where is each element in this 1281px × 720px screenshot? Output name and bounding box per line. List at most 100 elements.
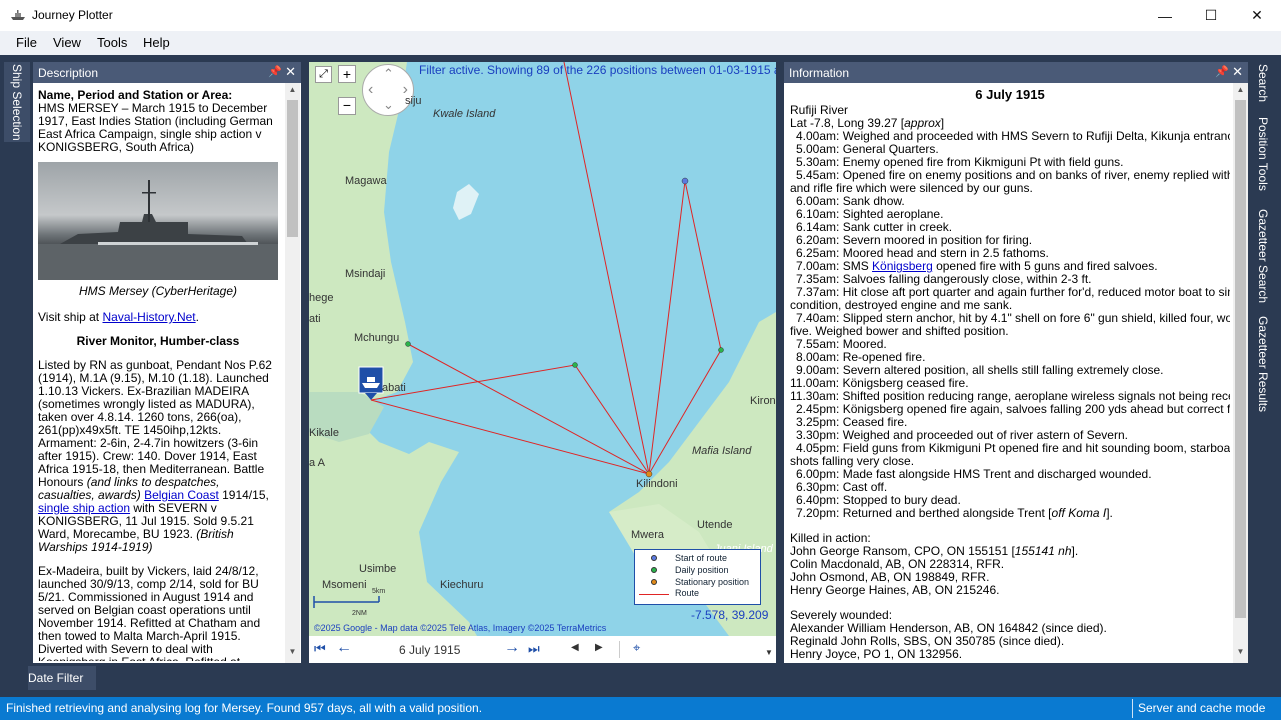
legend-daily-label: Daily position: [675, 565, 729, 575]
tab-gazetteer-search[interactable]: Gazetteer Search: [1256, 209, 1270, 303]
scale-nm-label: 2NM: [352, 610, 367, 617]
class-title: River Monitor, Humber-class: [76, 334, 240, 348]
status-bar: Finished retrieving and analysing log fo…: [0, 697, 1281, 720]
place-label: abati: [382, 382, 406, 394]
visit-suffix: .: [195, 310, 199, 324]
wounded-line: Henry Joyce, PO 1, ON 132956.: [790, 647, 963, 661]
toolbar-dropdown-icon[interactable]: ▼: [765, 648, 773, 657]
start-position-marker[interactable]: [681, 177, 689, 185]
menu-tools[interactable]: Tools: [97, 35, 127, 50]
tab-ship-selection[interactable]: Ship Selection: [10, 64, 24, 141]
log-700-rest: opened fire with 5 guns and fired salvoe…: [932, 259, 1158, 273]
stationary-position-marker[interactable]: [645, 470, 653, 478]
filter-status-text: Filter active. Showing 89 of the 226 pos…: [419, 63, 776, 77]
place-label: Utende: [697, 519, 733, 531]
zoom-out-button[interactable]: −: [338, 97, 356, 115]
map-view[interactable]: ⤢ + − ⌃ ‹ › ⌄ Filter active. Showing 89 …: [309, 62, 776, 636]
scroll-down-icon[interactable]: ▼: [285, 647, 300, 661]
latlon-approx: approx: [904, 116, 941, 130]
legend-route-label: Route: [675, 588, 700, 598]
pan-down-icon[interactable]: ⌄: [383, 97, 394, 113]
scale-km-label: 5km: [372, 588, 386, 595]
log-720-italic: off Koma I: [1051, 506, 1107, 520]
minimize-button[interactable]: —: [1142, 0, 1188, 31]
scroll-thumb[interactable]: [287, 100, 298, 237]
casualty-text: John George Ransom, CPO, ON 155151 [: [790, 544, 1015, 558]
log-entries: 6.00pm: Made fast alongside HMS Trent an…: [790, 468, 1230, 520]
ship-photo: [38, 162, 278, 280]
status-divider: [1132, 699, 1133, 718]
tab-gazetteer-results[interactable]: Gazetteer Results: [1256, 316, 1270, 412]
toolbar-divider: [619, 641, 620, 658]
place-label: Msindaji: [345, 268, 386, 280]
close-button[interactable]: ✕: [1234, 0, 1280, 31]
place-label: Kikale: [309, 427, 339, 439]
pin-icon[interactable]: 📌: [1215, 65, 1229, 78]
legend-start-icon: [651, 555, 657, 561]
title-bar: Journey Plotter — ☐ ✕: [0, 0, 1281, 31]
log-720-end: ].: [1106, 506, 1113, 520]
place-label: Usimbe: [359, 563, 397, 575]
konigsberg-link[interactable]: Königsberg: [872, 259, 933, 273]
pin-icon[interactable]: 📌: [268, 65, 282, 78]
current-date: 6 July 1915: [399, 643, 461, 657]
close-icon[interactable]: ✕: [285, 64, 296, 80]
pan-up-icon[interactable]: ⌃: [383, 66, 394, 82]
step-forward-icon[interactable]: ▶: [595, 642, 603, 653]
casualty-line: Henry George Haines, AB, ON 215246.: [790, 583, 1000, 597]
para1-text-a: Listed by RN as gunboat, Pendant Nos P.6…: [38, 358, 272, 489]
belgian-coast-link[interactable]: Belgian Coast: [144, 488, 219, 502]
pan-left-icon[interactable]: ‹: [368, 81, 373, 99]
legend-stationary-icon: [651, 579, 657, 585]
daily-position-marker[interactable]: [405, 341, 411, 347]
next-day-icon[interactable]: →: [504, 639, 520, 657]
scroll-thumb[interactable]: [1235, 100, 1246, 618]
close-icon[interactable]: ✕: [1232, 64, 1243, 80]
daily-position-marker[interactable]: [718, 347, 724, 353]
place-label: Magawa: [345, 175, 387, 187]
description-para-1: Listed by RN as gunboat, Pendant Nos P.6…: [38, 359, 278, 554]
tab-position-tools[interactable]: Position Tools: [1256, 117, 1270, 191]
single-ship-action-link[interactable]: single ship action: [38, 501, 130, 515]
description-panel: Description 📌 ✕ Name, Period and Station…: [33, 62, 301, 663]
step-back-icon[interactable]: ◀: [571, 642, 579, 653]
tab-search[interactable]: Search: [1256, 64, 1270, 102]
menu-file[interactable]: File: [16, 35, 37, 50]
status-message: Finished retrieving and analysing log fo…: [6, 701, 483, 715]
pan-control[interactable]: ⌃ ‹ › ⌄: [362, 64, 414, 116]
information-panel: Information 📌 ✕ 6 July 1915 Rufiji River…: [784, 62, 1248, 663]
log-700-time: 7.00am: SMS: [796, 259, 873, 273]
scroll-up-icon[interactable]: ▲: [285, 85, 300, 99]
latlon-text: Lat -7.8, Long 39.27 [: [790, 116, 905, 130]
menu-view[interactable]: View: [53, 35, 81, 50]
casualty-end: ].: [1071, 544, 1079, 558]
visit-line: Visit ship at Naval-History.Net.: [38, 311, 278, 324]
description-title: Description: [38, 66, 99, 80]
para1-text-c: 1914/15,: [218, 488, 269, 502]
menu-help[interactable]: Help: [143, 35, 170, 50]
zoom-in-button[interactable]: +: [338, 65, 356, 83]
daily-position-marker[interactable]: [572, 362, 578, 368]
place-label: Kiron: [750, 395, 776, 407]
maximize-button[interactable]: ☐: [1188, 0, 1234, 31]
visit-prefix: Visit ship at: [38, 310, 103, 324]
place-label: Msomeni: [322, 579, 367, 591]
first-day-icon[interactable]: ⏮: [314, 641, 326, 657]
description-scrollbar[interactable]: ▲ ▼: [285, 83, 300, 663]
information-scrollbar[interactable]: ▲ ▼: [1233, 83, 1248, 663]
locate-icon[interactable]: ⌖: [633, 640, 640, 656]
scroll-up-icon[interactable]: ▲: [1233, 85, 1248, 99]
scroll-down-icon[interactable]: ▼: [1233, 647, 1248, 661]
description-content: Name, Period and Station or Area: HMS ME…: [38, 89, 278, 661]
place-label: Kwale Island: [433, 108, 496, 120]
previous-day-icon[interactable]: ←: [336, 639, 352, 657]
last-day-icon[interactable]: ⏭: [528, 641, 540, 657]
information-title: Information: [789, 66, 850, 80]
casualty-note: 155141 nh: [1014, 544, 1072, 558]
place-label: a A: [309, 457, 325, 469]
fit-route-icon[interactable]: ⤢: [315, 66, 332, 83]
photo-caption: HMS Mersey (CyberHeritage): [78, 284, 238, 298]
legend-start-label: Start of route: [675, 553, 728, 563]
tab-date-filter[interactable]: Date Filter: [28, 671, 83, 685]
naval-history-link[interactable]: Naval-History.Net: [102, 310, 195, 324]
